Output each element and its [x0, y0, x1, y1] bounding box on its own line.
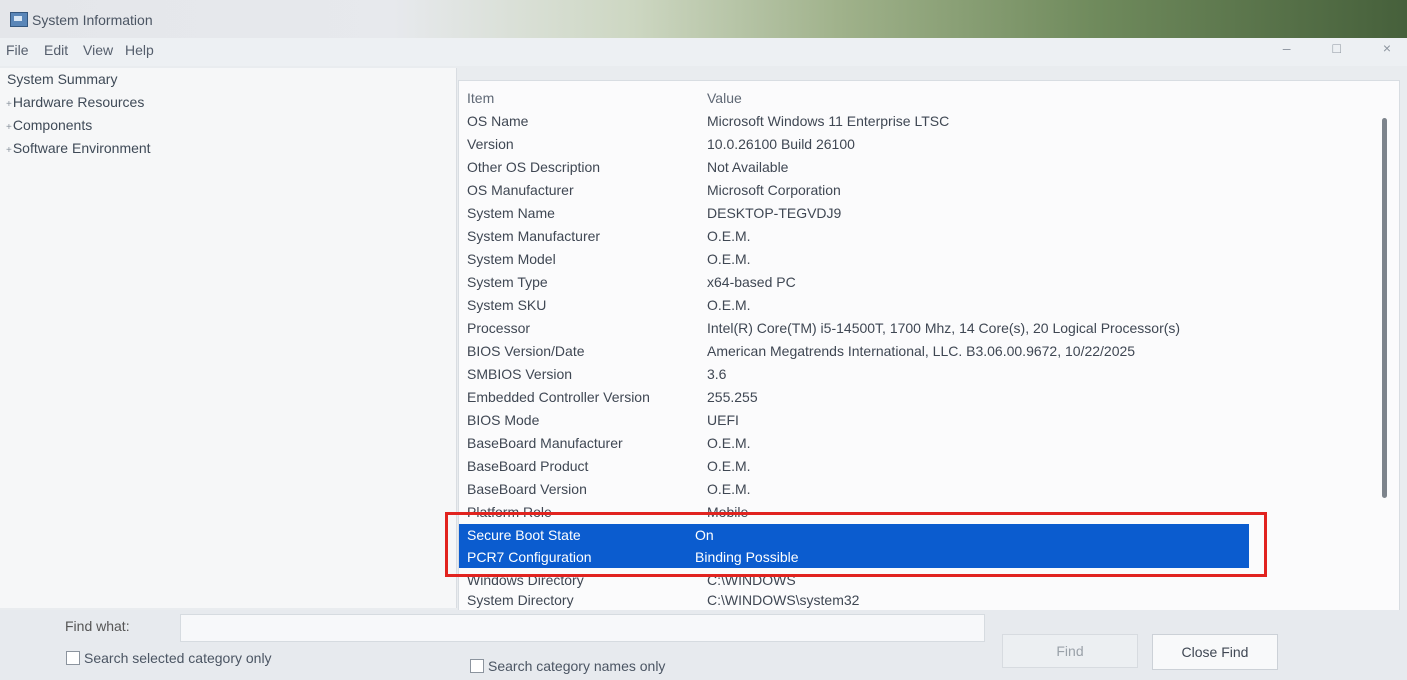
expand-icon[interactable]: + — [6, 122, 12, 133]
menu-file[interactable]: File — [6, 42, 29, 58]
search-selected-category-checkbox[interactable] — [66, 651, 80, 665]
row-item: BaseBoard Manufacturer — [467, 435, 623, 451]
find-bar: Find what: Search selected category only… — [0, 610, 1407, 680]
row-item: SMBIOS Version — [467, 366, 573, 382]
row-value: Mobile — [707, 504, 749, 520]
expand-icon[interactable]: + — [6, 145, 12, 156]
row-item: PCR7 Configuration — [467, 549, 592, 565]
row-item: BIOS Mode — [467, 412, 540, 428]
row-value: Microsoft Corporation — [707, 182, 841, 198]
row-value: DESKTOP-TEGVDJ9 — [707, 205, 842, 221]
find-what-label: Find what: — [65, 618, 130, 634]
find-what-input[interactable] — [180, 614, 985, 642]
close-button[interactable]: × — [1383, 40, 1391, 56]
search-category-names-checkbox[interactable] — [470, 659, 484, 673]
row-value: 255.255 — [707, 389, 758, 405]
row-item: System Name — [467, 205, 555, 221]
expand-icon[interactable]: + — [6, 99, 12, 110]
menu-view[interactable]: View — [83, 42, 113, 58]
tree-item-hardware-resources[interactable]: +Hardware Resources — [6, 94, 144, 110]
column-header-value[interactable]: Value — [707, 90, 742, 106]
search-category-names-option[interactable]: Search category names only — [470, 658, 665, 674]
row-item: BIOS Version/Date — [467, 343, 585, 359]
tree-item-system-summary[interactable]: System Summary — [6, 71, 117, 87]
row-item: Windows Directory — [467, 572, 584, 588]
table-row-selected[interactable]: Secure Boot State On — [459, 524, 1249, 546]
row-item: System Model — [467, 251, 556, 267]
row-item: System Directory — [467, 592, 574, 608]
system-information-icon — [10, 12, 28, 27]
tree-item-label: Software Environment — [12, 140, 151, 156]
row-value: O.E.M. — [707, 435, 751, 451]
find-button[interactable]: Find — [1002, 634, 1138, 668]
tree-item-label: System Summary — [7, 71, 118, 87]
row-value: C:\WINDOWS — [707, 572, 796, 588]
row-value: 3.6 — [707, 366, 727, 382]
row-item: Secure Boot State — [467, 527, 581, 543]
row-value: O.E.M. — [707, 481, 751, 497]
close-find-button[interactable]: Close Find — [1152, 634, 1278, 670]
row-value: 10.0.26100 Build 26100 — [707, 136, 855, 152]
row-value: Binding Possible — [695, 549, 799, 565]
row-item: Version — [467, 136, 514, 152]
category-tree: System Summary +Hardware Resources +Comp… — [0, 68, 457, 608]
title-bar: System Information — [0, 0, 1407, 38]
row-value: x64-based PC — [707, 274, 796, 290]
row-value: Intel(R) Core(TM) i5-14500T, 1700 Mhz, 1… — [707, 320, 1181, 336]
column-header-item[interactable]: Item — [467, 90, 494, 106]
row-value: UEFI — [707, 412, 739, 428]
menu-help[interactable]: Help — [125, 42, 154, 58]
row-value: O.E.M. — [707, 228, 751, 244]
row-item: BaseBoard Version — [467, 481, 587, 497]
tree-item-software-environment[interactable]: +Software Environment — [6, 140, 151, 156]
row-item: Other OS Description — [467, 159, 601, 175]
row-value: Not Available — [707, 159, 789, 175]
row-value: On — [695, 527, 714, 543]
table-row-selected[interactable]: PCR7 Configuration Binding Possible — [459, 546, 1249, 568]
row-value: American Megatrends International, LLC. … — [707, 343, 1136, 359]
row-item: Embedded Controller Version — [467, 389, 650, 405]
row-item: Platform Role — [467, 504, 552, 520]
details-list[interactable]: Item Value OS Name Microsoft Windows 11 E… — [458, 80, 1400, 612]
row-value: O.E.M. — [707, 297, 751, 313]
row-item: OS Name — [467, 113, 529, 129]
row-value: C:\WINDOWS\system32 — [707, 592, 860, 608]
row-value: Microsoft Windows 11 Enterprise LTSC — [707, 113, 950, 129]
tree-item-label: Hardware Resources — [12, 94, 145, 110]
row-value: O.E.M. — [707, 251, 751, 267]
tree-item-components[interactable]: +Components — [6, 117, 92, 133]
menu-bar: File Edit View Help — [0, 38, 1407, 66]
tree-item-label: Components — [12, 117, 93, 133]
row-item: System Manufacturer — [467, 228, 601, 244]
menu-edit[interactable]: Edit — [44, 42, 68, 58]
search-selected-category-label: Search selected category only — [84, 650, 272, 666]
row-item: System Type — [467, 274, 548, 290]
search-selected-category-option[interactable]: Search selected category only — [66, 650, 272, 666]
window-title: System Information — [32, 12, 153, 28]
row-item: OS Manufacturer — [467, 182, 574, 198]
window-controls: – □ × — [1245, 40, 1391, 56]
row-item: Processor — [467, 320, 531, 336]
row-item: BaseBoard Product — [467, 458, 589, 474]
row-value: O.E.M. — [707, 458, 751, 474]
search-category-names-label: Search category names only — [488, 658, 666, 674]
vertical-scrollbar[interactable] — [1382, 118, 1387, 498]
row-item: System SKU — [467, 297, 547, 313]
minimize-button[interactable]: – — [1283, 40, 1291, 56]
maximize-button[interactable]: □ — [1332, 40, 1340, 56]
